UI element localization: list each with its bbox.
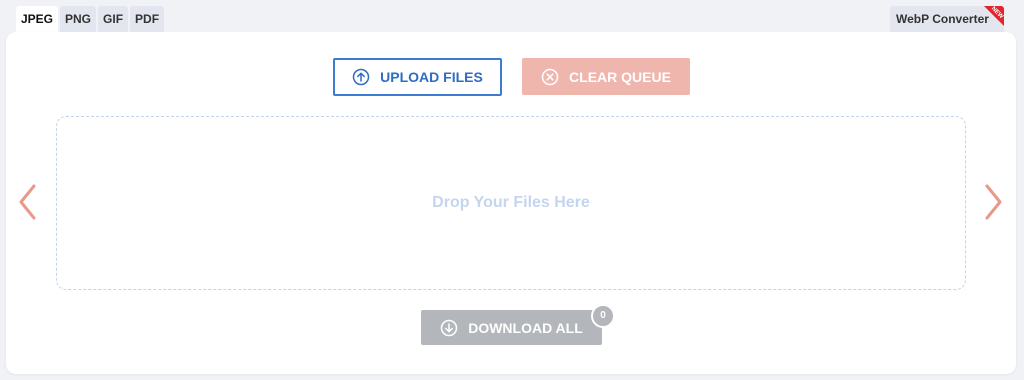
- arrow-up-circle-icon: [352, 68, 370, 86]
- converter-page: JPEG PNG GIF PDF WebP Converter NEW UPLO…: [0, 0, 1024, 380]
- upload-files-button[interactable]: UPLOAD FILES: [333, 58, 502, 96]
- file-dropzone[interactable]: Drop Your Files Here: [56, 116, 966, 290]
- tab-png[interactable]: PNG: [60, 6, 97, 32]
- clear-queue-label: CLEAR QUEUE: [569, 68, 671, 85]
- arrow-down-circle-icon: [440, 319, 458, 337]
- tab-pdf[interactable]: PDF: [130, 6, 165, 32]
- download-count-badge: 0: [591, 304, 615, 328]
- download-all-label: DOWNLOAD ALL: [468, 319, 583, 336]
- chevron-left-icon[interactable]: [16, 182, 38, 227]
- x-circle-icon: [541, 68, 559, 86]
- format-tabs: JPEG PNG GIF PDF: [16, 6, 165, 32]
- dropzone-text: Drop Your Files Here: [432, 194, 590, 211]
- upload-files-label: UPLOAD FILES: [380, 69, 483, 85]
- tab-gif[interactable]: GIF: [98, 6, 129, 32]
- tab-jpeg[interactable]: JPEG: [16, 6, 59, 32]
- download-all-button[interactable]: DOWNLOAD ALL: [421, 310, 602, 345]
- converter-card: UPLOAD FILES CLEAR QUEUE Drop Your Files…: [6, 32, 1016, 374]
- tab-webp-converter[interactable]: WebP Converter NEW: [890, 6, 1004, 32]
- chevron-right-icon[interactable]: [983, 182, 1005, 227]
- clear-queue-button[interactable]: CLEAR QUEUE: [522, 58, 690, 95]
- webp-tab-label: WebP Converter: [896, 12, 989, 26]
